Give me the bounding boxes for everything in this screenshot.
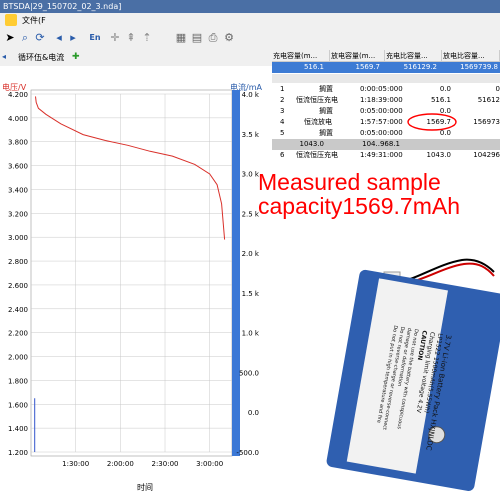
window-title-bar: BTSDA|29_150702_02_3.nda] (0, 0, 500, 13)
chart-tab-bar: ◂ 循环伍&电流 ✚ (0, 50, 272, 67)
caption-line-1: Measured sample (258, 169, 441, 195)
pin-icon[interactable]: ⇞ (124, 31, 138, 45)
current-axis-bar (232, 90, 240, 456)
y-tick-label: 1.200 (8, 449, 28, 457)
language-button[interactable]: En (86, 31, 104, 45)
x-tick-label: 1:30:00 (62, 460, 89, 468)
table-icon[interactable]: ▤ (190, 31, 204, 45)
y-tick-label: 3.200 (8, 210, 28, 218)
highlight-ellipse (407, 113, 457, 131)
y2-tick-label: 500.0 (239, 369, 259, 377)
chart-panel: 电压/V 电流/mA 4.200 4.000 3.800 3.600 3.400 3.20… (0, 66, 273, 500)
y2-tick-label: 3.5 k (242, 131, 260, 139)
zoom-icon[interactable]: ⌕ (18, 31, 32, 45)
x-tick-label: 3:00:00 (196, 460, 223, 468)
forward-icon[interactable]: ▸ (66, 31, 80, 45)
x-tick-label: 2:00:00 (107, 460, 134, 468)
pointer-icon[interactable]: ➤ (3, 31, 17, 45)
y-tick-label: 1.800 (8, 377, 28, 385)
y2-tick-label: 0.0 (248, 409, 259, 417)
voltage-current-chart: 电压/V 电流/mA 4.2004.0003.8003.6003.4003.20… (2, 82, 262, 492)
export-icon[interactable]: ⇡ (140, 31, 154, 45)
y-tick-label: 3.000 (8, 234, 28, 242)
refresh-icon[interactable]: ⟳ (33, 31, 47, 45)
y-tick-label: 4.200 (8, 91, 28, 99)
highlight-annotation (407, 113, 457, 131)
battery-illustration: 3.7V Li-ion Battery Pack HXJNLDC LP1522 … (326, 258, 500, 491)
tab-cycle-voltage-current[interactable]: 循环伍&电流 (18, 52, 64, 63)
y-tick-label: 2.200 (8, 330, 28, 338)
y2-tick-label: -500.0 (236, 449, 259, 457)
y2-tick-label: 1.5 k (242, 290, 260, 298)
y-tick-label: 1.600 (8, 401, 28, 409)
app-icon (5, 14, 17, 26)
y-tick-label: 2.600 (8, 282, 28, 290)
settings-icon[interactable]: ⚙ (222, 31, 236, 45)
plot-area (30, 89, 233, 457)
battery-photo: 3.7V Li-ion Battery Pack HXJNLDC LP1522 … (272, 220, 500, 500)
y-tick-label: 3.400 (8, 186, 28, 194)
y-tick-label: 1.400 (8, 425, 28, 433)
y2-tick-label: 2.0 k (242, 250, 260, 258)
add-icon[interactable]: ✛ (108, 31, 122, 45)
measured-capacity-caption: Measured sample capacity1569.7mAh (258, 170, 500, 218)
window-title: BTSDA|29_150702_02_3.nda] (3, 2, 122, 11)
caption-line-2: capacity1569.7mAh (258, 193, 461, 219)
x-axis-label: 时间 (137, 482, 153, 492)
y2-tick-label: 1.0 k (242, 330, 260, 338)
menu-bar: 文件(F (0, 13, 500, 29)
y2-tick-label: 4.0 k (242, 91, 260, 99)
x-tick-label: 2:30:00 (152, 460, 179, 468)
y-tick-label: 2.800 (8, 258, 28, 266)
prev-tab-icon[interactable]: ◂ (2, 52, 6, 61)
print-icon[interactable]: ⎙ (206, 31, 220, 45)
y-tick-label: 3.600 (8, 163, 28, 171)
y-tick-label: 2.000 (8, 354, 28, 362)
y-tick-label: 4.000 (8, 115, 28, 123)
menu-file[interactable]: 文件(F (22, 15, 46, 26)
back-icon[interactable]: ◂ (52, 31, 66, 45)
tab-add-icon[interactable]: ✚ (72, 52, 80, 62)
y-tick-label: 2.400 (8, 306, 28, 314)
y-tick-label: 3.800 (8, 139, 28, 147)
grid-icon[interactable]: ▦ (174, 31, 188, 45)
toolbar: ➤ ⌕ ⟳ ◂ ▸ En ✛ ⇞ ⇡ ▦ ▤ ⎙ ⚙ (0, 28, 500, 51)
